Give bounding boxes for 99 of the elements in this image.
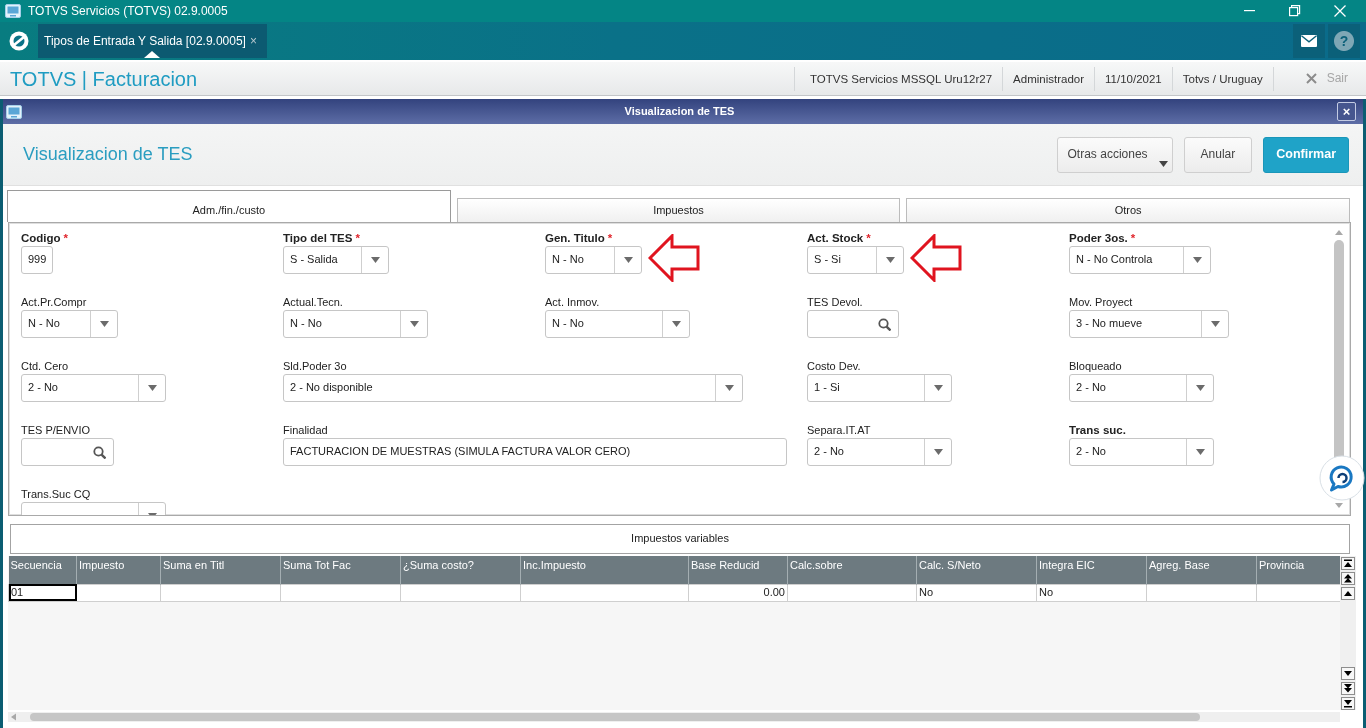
double-up-arrow-icon[interactable] bbox=[1341, 572, 1355, 585]
column-header: Impuesto bbox=[76, 556, 161, 584]
field-label: Trans suc. bbox=[1069, 423, 1126, 438]
column-header: ¿Suma costo? bbox=[400, 556, 521, 584]
search-field[interactable] bbox=[807, 310, 899, 338]
header-info: 11/10/2021 bbox=[1094, 66, 1172, 91]
text-field[interactable]: FACTURACION DE MUESTRAS (SIMULA FACTURA VALOR CERO) bbox=[283, 438, 787, 466]
dropdown[interactable]: 2 - No bbox=[807, 438, 952, 466]
tab[interactable]: Impuestos bbox=[456, 198, 901, 222]
window-icon bbox=[6, 104, 22, 119]
mail-button[interactable] bbox=[1293, 24, 1325, 58]
caret-icon bbox=[1210, 321, 1220, 327]
field-label: Gen. Titulo * bbox=[545, 231, 613, 246]
dropdown[interactable]: 2 - No disponible bbox=[283, 374, 743, 402]
dropdown[interactable]: N - No Controla bbox=[1069, 246, 1211, 274]
chat-icon[interactable] bbox=[1318, 455, 1366, 501]
caret-icon bbox=[671, 321, 681, 327]
caret-icon bbox=[885, 257, 895, 263]
field-label: Tipo del TES * bbox=[283, 231, 360, 246]
caret-icon bbox=[623, 257, 633, 263]
field-label: TES P/ENVIO bbox=[21, 423, 91, 438]
field-label: Act. Stock * bbox=[807, 231, 871, 246]
header-info: TOTVS Servicios MSSQL Uru12r27 bbox=[793, 66, 1003, 91]
dropdown[interactable]: 1 - Si bbox=[807, 374, 952, 402]
close-button[interactable]: × bbox=[1337, 102, 1356, 121]
field-label: TES Devol. bbox=[807, 295, 863, 310]
caret-icon bbox=[933, 385, 943, 391]
menu-button[interactable]: Otras acciones bbox=[1056, 136, 1173, 173]
column-header: Suma en Titl bbox=[160, 556, 281, 584]
field-label: Mov. Proyect bbox=[1069, 295, 1133, 310]
header-info: Totvs / Uruguay bbox=[1171, 66, 1274, 91]
caret-icon bbox=[1195, 385, 1205, 391]
table-cell: No bbox=[916, 584, 1037, 601]
window-icon bbox=[5, 4, 21, 18]
close-icon bbox=[1305, 73, 1317, 84]
caret-icon bbox=[933, 449, 943, 455]
search-icon[interactable] bbox=[92, 445, 106, 459]
dropdown[interactable]: 3 - No mueve bbox=[1069, 310, 1229, 338]
table-cell: No bbox=[1036, 584, 1147, 601]
dropdown[interactable]: S - Si bbox=[807, 246, 904, 274]
header-info: Administrador bbox=[1002, 66, 1095, 91]
caret-icon bbox=[1158, 160, 1168, 167]
caret-icon bbox=[1192, 257, 1202, 263]
caret-icon bbox=[1195, 449, 1205, 455]
window-title: TOTVS Servicios (TOTVS) 02.9.0005 bbox=[28, 3, 228, 19]
dropdown[interactable]: N - No bbox=[545, 310, 690, 338]
dropdown[interactable]: 2 - No bbox=[1069, 438, 1214, 466]
field-label: Costo Dev. bbox=[807, 359, 861, 374]
dropdown[interactable]: N - No bbox=[283, 310, 428, 338]
dropdown[interactable]: 2 - No bbox=[1069, 374, 1214, 402]
column-header: Inc.Impuesto bbox=[520, 556, 689, 584]
column-header: Provincia bbox=[1256, 556, 1340, 584]
app-tab[interactable]: Tipos de Entrada Y Salida [02.9.0005] × bbox=[38, 24, 267, 58]
action-button[interactable]: Anular bbox=[1183, 136, 1253, 173]
column-header: Suma Tot Fac bbox=[280, 556, 401, 584]
field-label: Finalidad bbox=[283, 423, 328, 438]
field-label: Act. Inmov. bbox=[545, 295, 600, 310]
dialog-title: Visualizacion de TES bbox=[623, 104, 736, 119]
double-down-arrow-icon[interactable] bbox=[1341, 682, 1355, 695]
caret-icon bbox=[147, 385, 157, 391]
field-label: Codigo * bbox=[21, 231, 69, 246]
field-label: Ctd. Cero bbox=[21, 359, 69, 374]
dropdown[interactable]: S - Salida bbox=[283, 246, 389, 274]
logo-icon[interactable] bbox=[9, 31, 29, 51]
field-label: Bloqueado bbox=[1069, 359, 1122, 374]
horizontal-scrollbar[interactable] bbox=[8, 712, 1340, 722]
column-header: Calc. S/Neto bbox=[916, 556, 1037, 584]
close-tab-button[interactable]: × bbox=[249, 33, 257, 49]
field-label: Separa.IT.AT bbox=[807, 423, 871, 438]
field-label: Sld.Poder 3o bbox=[283, 359, 347, 374]
search-field[interactable] bbox=[21, 438, 114, 466]
search-icon[interactable] bbox=[877, 317, 891, 331]
field-label: Act.Pr.Compr bbox=[21, 295, 87, 310]
restore-icon[interactable] bbox=[1288, 5, 1301, 17]
column-header: Secuencia bbox=[8, 556, 77, 584]
table-cell: 01 bbox=[8, 584, 77, 601]
column-header: Base Reducid bbox=[688, 556, 788, 584]
mail-icon bbox=[1301, 35, 1317, 47]
column-header: Agreg. Base bbox=[1146, 556, 1257, 584]
caret-icon bbox=[99, 321, 109, 327]
dropdown[interactable]: N - No bbox=[545, 246, 642, 274]
field-label: Trans.Suc CQ bbox=[21, 487, 91, 502]
app-title: TOTVS | Facturacion bbox=[10, 66, 198, 91]
dropdown[interactable]: N - No bbox=[21, 310, 118, 338]
caret-icon bbox=[724, 385, 734, 391]
column-header: Calc.sobre bbox=[787, 556, 917, 584]
tab[interactable]: Otros bbox=[906, 198, 1350, 222]
text-field[interactable]: 999 bbox=[21, 246, 53, 274]
caret-icon bbox=[370, 257, 380, 263]
close-icon[interactable] bbox=[1333, 5, 1346, 17]
field-label: Actual.Tecn. bbox=[283, 295, 343, 310]
tab[interactable]: Adm./fin./custo bbox=[7, 190, 451, 222]
dropdown[interactable]: 2 - No bbox=[21, 374, 166, 402]
table-cell: 0.00 bbox=[688, 584, 788, 601]
dialog-heading: Visualizacion de TES bbox=[23, 143, 193, 166]
field-label: Poder 3os. * bbox=[1069, 231, 1136, 246]
section-title: Impuestos variables bbox=[10, 524, 1350, 554]
column-header: Integra EIC bbox=[1036, 556, 1147, 584]
caret-icon bbox=[409, 321, 419, 327]
